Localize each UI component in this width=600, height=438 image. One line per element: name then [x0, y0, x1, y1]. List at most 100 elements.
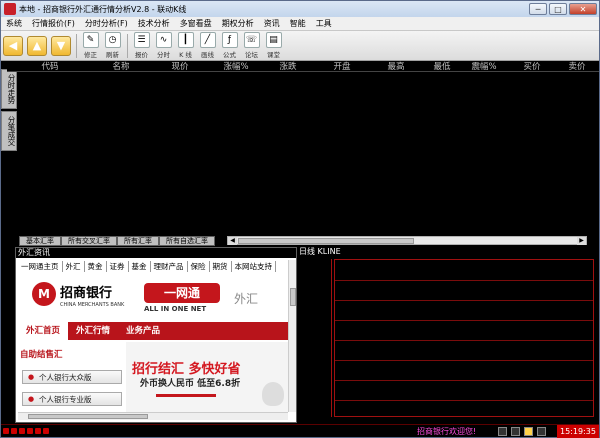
col-ask[interactable]: 卖价: [557, 60, 597, 72]
title-bar: 本地 - 招商银行外汇通行情分析V2.8 - 联动K线 ─ □ ✕: [1, 1, 599, 17]
forum-icon: ☏: [243, 31, 260, 48]
settings-icon[interactable]: [511, 427, 520, 436]
tab-basic-rates[interactable]: 基本汇率: [19, 236, 61, 246]
toolbar-kline-button[interactable]: ┃ K 线: [175, 31, 196, 60]
menu-technical[interactable]: 技术分析: [133, 18, 175, 29]
tab-cross-rates[interactable]: 所有交叉汇率: [61, 236, 117, 246]
status-indicator: [11, 428, 17, 434]
note-icon[interactable]: [524, 427, 533, 436]
toolbar-label: 画线: [201, 50, 214, 59]
back-arrow-icon[interactable]: ◀: [3, 35, 23, 56]
menu-timeshare[interactable]: 分时分析(F): [80, 18, 133, 29]
pen-icon: ✎: [82, 31, 99, 48]
tab-fx-quotes[interactable]: 外汇行情: [68, 322, 118, 340]
col-amplitude[interactable]: 震幅%: [461, 60, 507, 72]
tab-fx-products[interactable]: 业务产品: [118, 322, 168, 340]
nav-insurance[interactable]: 保险: [188, 260, 210, 272]
toolbar-label: 课堂: [267, 50, 280, 59]
fx-ad-banner[interactable]: 招行结汇 多快好省 外币换人民币 低至6.8折: [126, 342, 288, 412]
scroll-thumb[interactable]: [238, 238, 414, 244]
toolbar-formula-button[interactable]: ƒ 公式: [219, 31, 240, 60]
nav-futures[interactable]: 期货: [210, 260, 232, 272]
status-bar: 招商银行欢迎您! 15:19:35: [1, 424, 599, 438]
menu-tools[interactable]: 工具: [311, 18, 337, 29]
toolbar-timeshare-button[interactable]: ∿ 分时: [153, 31, 174, 60]
onenet-logo: 一网通: [144, 283, 220, 303]
fx-tabs: 外汇首页 外汇行情 业务产品: [18, 322, 288, 340]
menu-info[interactable]: 资讯: [259, 18, 285, 29]
nav-support[interactable]: 本网站支持: [232, 260, 276, 272]
bank-banner: M 招商银行 CHINA MERCHANTS BANK 一网通 ALL IN O…: [18, 274, 288, 320]
tab-favorite-rates[interactable]: 所有自选汇率: [159, 236, 215, 246]
status-indicator: [35, 428, 41, 434]
fx-horizontal-scrollbar[interactable]: [18, 412, 288, 420]
ad-title: 招行结汇 多快好省: [132, 362, 241, 377]
up-arrow-icon[interactable]: ▲: [27, 35, 47, 56]
status-indicator: [27, 428, 33, 434]
side-tab-ticks[interactable]: 分笔成交: [1, 111, 17, 151]
fx-nav-bar: 一网通主页 外汇 黄金 证券 基金 理财产品 保险 期货 本网站支持: [18, 260, 288, 272]
tab-fx-home[interactable]: 外汇首页: [18, 322, 69, 340]
tab-all-rates[interactable]: 所有汇率: [117, 236, 159, 246]
scroll-thumb[interactable]: [290, 288, 296, 306]
personal-bank-basic-button[interactable]: 个人银行大众版: [22, 370, 122, 384]
quote-table-header: 代码 名称 现价 涨幅% 涨跌 开盘 最高 最低 震幅% 买价 卖价: [7, 61, 599, 72]
grid-line: [335, 380, 593, 381]
maximize-button[interactable]: □: [549, 3, 567, 15]
menu-quotes[interactable]: 行情报价(F): [27, 18, 80, 29]
close-button[interactable]: ✕: [569, 3, 597, 15]
menu-smart[interactable]: 智能: [285, 18, 311, 29]
nav-home[interactable]: 一网通主页: [18, 260, 63, 272]
self-service-fx-link[interactable]: 自助结售汇: [20, 348, 63, 360]
menu-options[interactable]: 期权分析: [217, 18, 259, 29]
menu-system[interactable]: 系统: [1, 18, 27, 29]
kline-chart-area[interactable]: [334, 259, 594, 417]
toolbar-class-button[interactable]: ▤ 课堂: [263, 31, 284, 60]
app-icon: [4, 3, 16, 15]
toolbar-refresh-button[interactable]: ◷ 刷新: [102, 31, 123, 60]
col-low[interactable]: 最低: [423, 60, 461, 72]
nav-funds[interactable]: 基金: [129, 260, 151, 272]
alert-icon[interactable]: [537, 427, 546, 436]
scroll-thumb[interactable]: [28, 414, 148, 419]
toolbar-separator: [76, 33, 77, 58]
formula-icon: ƒ: [221, 31, 238, 48]
quote-tabs: 基本汇率 所有交叉汇率 所有汇率 所有自选汇率: [19, 236, 229, 246]
onenet-subtitle: ALL IN ONE NET: [144, 305, 207, 313]
side-tab-timeshare[interactable]: 分时走势: [1, 69, 17, 109]
col-high[interactable]: 最高: [369, 60, 423, 72]
down-arrow-icon[interactable]: ▼: [51, 35, 71, 56]
nav-wealth[interactable]: 理财产品: [151, 260, 188, 272]
kline-panel: 日线 KLINE: [297, 247, 599, 423]
col-change-pct[interactable]: 涨幅%: [211, 60, 261, 72]
bank-subtitle: CHINA MERCHANTS BANK: [60, 302, 125, 308]
nav-gold[interactable]: 黄金: [85, 260, 107, 272]
status-indicator: [3, 428, 9, 434]
col-change[interactable]: 涨跌: [261, 60, 315, 72]
minimize-button[interactable]: ─: [529, 3, 547, 15]
col-code[interactable]: 代码: [7, 60, 93, 72]
col-bid[interactable]: 买价: [507, 60, 557, 72]
toolbar-correct-button[interactable]: ✎ 修正: [80, 31, 101, 60]
toolbar-quote-button[interactable]: ☰ 报价: [131, 31, 152, 60]
col-name[interactable]: 名称: [93, 60, 149, 72]
toolbar-draw-button[interactable]: ╱ 画线: [197, 31, 218, 60]
nav-fx[interactable]: 外汇: [63, 260, 85, 272]
kline-header: 日线 KLINE: [299, 247, 341, 256]
grid-line: [335, 300, 593, 301]
quote-horizontal-scrollbar[interactable]: ◀ ▶: [227, 236, 587, 245]
col-price[interactable]: 现价: [149, 60, 211, 72]
col-open[interactable]: 开盘: [315, 60, 369, 72]
bank-logo-icon: M: [32, 282, 56, 306]
status-indicator: [43, 428, 49, 434]
toolbar-forum-button[interactable]: ☏ 论坛: [241, 31, 262, 60]
draw-icon: ╱: [199, 31, 216, 48]
menu-multiwindow[interactable]: 多窗看盘: [175, 18, 217, 29]
nav-securities[interactable]: 证券: [107, 260, 129, 272]
scroll-left-icon[interactable]: ◀: [228, 237, 237, 245]
scroll-right-icon[interactable]: ▶: [577, 237, 586, 245]
personal-bank-pro-button[interactable]: 个人银行专业版: [22, 392, 122, 406]
network-icon[interactable]: [498, 427, 507, 436]
fx-vertical-scrollbar[interactable]: [288, 260, 296, 412]
fx-label: 外汇: [234, 292, 259, 306]
